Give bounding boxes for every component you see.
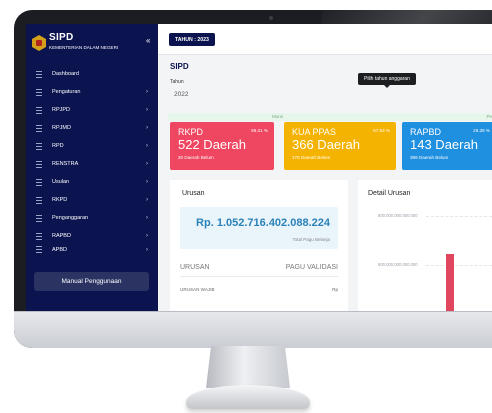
monitor-chin [14, 311, 492, 348]
sidebar-item-penganggaran[interactable]: Penganggaran › [26, 209, 158, 227]
gridline [426, 216, 492, 217]
stat-card-rkpd[interactable]: RKPD 96.31 % 522 Daerah 20 Daerah Belum [170, 122, 274, 170]
menu-icon [36, 142, 42, 150]
sidebar-item-renstra[interactable]: RENSTRA › [26, 155, 158, 173]
chevron-right-icon: › [146, 107, 148, 113]
total-pagu-box: Rp. 1.052.716.402.088.224 Total Pagu Bel… [180, 207, 338, 249]
stat-card-rapbd[interactable]: RAPBD 26.38 % 143 Daerah 399 Daerah Belu… [402, 122, 492, 170]
webcam [269, 16, 273, 20]
monitor-stand-base [186, 385, 310, 409]
kemendagri-logo-icon [32, 35, 46, 51]
brand-subtitle: KEMENTERIAN DALAM NEGERI [49, 45, 119, 50]
stat-count: 143 Daerah [410, 137, 478, 152]
stat-subtext: 399 Daerah Belum [410, 155, 449, 160]
detail-urusan-card: Detail Urusan 800.000.000.000.000 600.00… [358, 180, 492, 311]
chevron-right-icon: › [146, 89, 148, 95]
menu-icon [36, 232, 42, 240]
stat-count: 522 Daerah [178, 137, 246, 152]
detail-urusan-title: Detail Urusan [368, 190, 411, 197]
urusan-row-name: URUSAN WAJIB [180, 287, 215, 292]
stat-card-kua-ppas[interactable]: KUA PPAS 67.53 % 366 Daerah 176 Daerah B… [284, 122, 396, 170]
sidebar: SIPD KEMENTERIAN DALAM NEGERI « Dashboar… [26, 24, 158, 311]
brand[interactable]: SIPD KEMENTERIAN DALAM NEGERI « [32, 32, 156, 56]
chevron-right-icon: › [146, 233, 148, 239]
axis-tick-label: 600.000.000.000.000 [378, 262, 418, 267]
sidebar-item-label: Dashboard [52, 71, 79, 77]
collapse-sidebar-icon[interactable]: « [146, 36, 150, 45]
stat-subtext: 176 Daerah Belum [292, 155, 331, 160]
chart-bar [446, 254, 454, 311]
menu-icon [36, 246, 42, 253]
sidebar-item-label: RENSTRA [52, 161, 79, 167]
sidebar-item-pengaturan[interactable]: Pengaturan › [26, 83, 158, 101]
urusan-title: Urusan [182, 190, 205, 197]
sidebar-item-label: APBD [52, 246, 67, 253]
main-content: TAHUN : 2023 SIPD Tahun 2022 Pilih tahun… [158, 24, 492, 311]
chevron-right-icon: › [146, 246, 148, 253]
stat-title: RAPBD [410, 127, 442, 137]
urusan-row-value: Rp [332, 287, 338, 292]
sidebar-menu: Dashboard Pengaturan › RPJPD › RPJMD › R… [26, 65, 158, 254]
chevron-right-icon: › [146, 161, 148, 167]
stat-title: RKPD [178, 127, 204, 137]
urusan-card: Urusan Rp. 1.052.716.402.088.224 Total P… [170, 180, 348, 311]
sidebar-item-label: Pengaturan [52, 89, 81, 95]
chevron-right-icon: › [146, 125, 148, 131]
sidebar-item-label: Penganggaran [52, 215, 89, 221]
year-selector-button[interactable]: TAHUN : 2023 [169, 33, 215, 46]
menu-icon [36, 196, 42, 204]
menu-icon [36, 106, 42, 114]
total-pagu-label: Total Pagu Belanja [292, 237, 330, 242]
column-header-pagu-validasi: PAGU VALIDASI [285, 264, 338, 271]
sidebar-item-label: RPJMD [52, 125, 71, 131]
screen: SIPD KEMENTERIAN DALAM NEGERI « Dashboar… [26, 24, 492, 311]
band-label-perubahan: Pe [486, 114, 492, 119]
menu-icon [36, 70, 42, 78]
menu-icon [36, 88, 42, 96]
divider [180, 276, 338, 277]
sidebar-item-label: RPD [52, 143, 64, 149]
sidebar-item-rapbd[interactable]: RAPBD › [26, 227, 158, 245]
chevron-right-icon: › [146, 197, 148, 203]
phase-band: Murni Pe [168, 113, 492, 121]
monitor-stand-neck [206, 346, 290, 388]
monitor-frame: SIPD KEMENTERIAN DALAM NEGERI « Dashboar… [14, 10, 492, 348]
band-label-murni: Murni [272, 114, 284, 119]
gridline [426, 265, 492, 266]
sidebar-item-label: RAPBD [52, 233, 71, 239]
tahun-select[interactable]: 2022 [170, 87, 486, 101]
menu-icon [36, 124, 42, 132]
sidebar-item-apbd[interactable]: APBD › [26, 245, 158, 254]
sidebar-item-dashboard[interactable]: Dashboard [26, 65, 158, 83]
menu-icon [36, 214, 42, 222]
stat-percentage: 26.38 % [473, 128, 490, 133]
sidebar-item-label: RKPD [52, 197, 68, 203]
sidebar-item-rpd[interactable]: RPD › [26, 137, 158, 155]
sidebar-item-rkpd[interactable]: RKPD › [26, 191, 158, 209]
stat-subtext: 20 Daerah Belum [178, 155, 214, 160]
column-header-urusan: URUSAN [180, 264, 210, 271]
menu-icon [36, 160, 42, 168]
chevron-right-icon: › [146, 143, 148, 149]
year-tooltip: Pilih tahun anggaran [358, 73, 416, 88]
top-bar: TAHUN : 2023 [158, 24, 492, 55]
sidebar-item-rpjmd[interactable]: RPJMD › [26, 119, 158, 137]
axis-tick-label: 800.000.000.000.000 [378, 213, 418, 218]
stat-percentage: 67.53 % [373, 128, 390, 133]
chevron-right-icon: › [146, 179, 148, 185]
sidebar-item-rpjpd[interactable]: RPJPD › [26, 101, 158, 119]
stat-count: 366 Daerah [292, 137, 360, 152]
stat-percentage: 96.31 % [251, 128, 268, 133]
sidebar-item-label: RPJPD [52, 107, 71, 113]
page-title: SIPD [170, 62, 189, 71]
tahun-label: Tahun [170, 79, 184, 85]
menu-icon [36, 178, 42, 186]
manual-penggunaan-button[interactable]: Manual Penggunaan [34, 272, 149, 291]
sidebar-item-label: Usulan [52, 179, 70, 185]
stat-title: KUA PPAS [292, 127, 336, 137]
total-pagu-amount: Rp. 1.052.716.402.088.224 [196, 217, 330, 229]
chevron-right-icon: › [146, 215, 148, 221]
brand-title: SIPD [49, 32, 74, 43]
sidebar-item-usulan[interactable]: Usulan › [26, 173, 158, 191]
